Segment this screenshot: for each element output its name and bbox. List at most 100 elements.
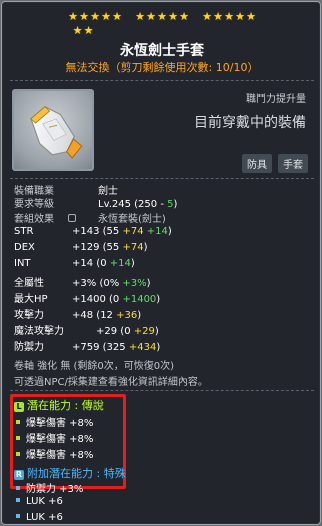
stat-base: (0% <box>99 278 120 289</box>
stat-flame-bonus: +14 <box>109 258 131 269</box>
tag-armor: 防具 <box>242 154 272 173</box>
potential-header: L 潛在能力 : 傳說 <box>14 397 104 413</box>
stat-base: (325 <box>102 342 126 353</box>
stat-row-attack: 攻擊力 +48 (12 +36) <box>14 306 141 321</box>
stat-star-bonus: +36 <box>116 310 138 321</box>
star-icon: ★ <box>213 10 223 23</box>
stat-close: ) <box>130 258 135 269</box>
star-icon: ★ <box>83 24 94 37</box>
additional-potential-line: LUK +6 <box>16 512 63 523</box>
star-icon: ★ <box>246 10 256 23</box>
stat-close: ) <box>146 278 151 289</box>
item-category-tags: 防具 手套 <box>242 154 308 173</box>
star-row-1: ★ ★ ★ ★ ★ ★ ★ ★ ★ ★ ★ ★ ★ ★ ★ <box>2 10 320 24</box>
stat-total: +14 <box>72 258 94 269</box>
stat-name: 防禦力 <box>14 342 44 353</box>
stat-name: 最大HP <box>14 294 48 305</box>
star-group: ★ ★ ★ ★ ★ <box>68 10 123 24</box>
stat-total: +1400 <box>72 294 106 305</box>
star-group: ★ ★ ★ ★ ★ <box>202 10 257 24</box>
currently-equipped-label: 目前穿戴中的裝備 <box>194 115 306 131</box>
potential-line: 爆擊傷害 +8% <box>16 414 93 429</box>
stat-total: +3% <box>72 278 97 289</box>
stat-row-str: STR +143 (55 +74 +14) <box>14 226 172 237</box>
additional-potential-line-text: 防禦力 +3% <box>26 484 84 495</box>
additional-potential-header: R 附加潛在能力 : 特殊 <box>14 465 126 481</box>
stat-total: +143 <box>72 226 100 237</box>
potential-line: 爆擊傷害 +8% <box>16 430 93 445</box>
potential-line-text: 爆擊傷害 +8% <box>26 434 94 445</box>
stat-star-bonus: +434 <box>128 342 157 353</box>
potential-line-text: 爆擊傷害 +8% <box>26 418 94 429</box>
stat-name: 全屬性 <box>14 278 44 289</box>
star-icon: ★ <box>79 10 89 23</box>
stat-close: ) <box>156 342 161 353</box>
stat-close: ) <box>143 242 148 253</box>
stat-row-defense: 防禦力 +759 (325 +434) <box>14 338 160 353</box>
stat-star-bonus: +74 <box>122 242 144 253</box>
stat-base: (12 <box>96 310 113 321</box>
item-icon-frame <box>12 89 94 171</box>
stat-name: 攻擊力 <box>14 310 44 321</box>
lock-icon <box>68 214 76 222</box>
star-icon: ★ <box>135 10 145 23</box>
stat-close: ) <box>154 326 159 337</box>
stat-flame-bonus: +3% <box>122 278 147 289</box>
star-icon: ★ <box>101 10 111 23</box>
additional-potential-header-text: 附加潛在能力 : 特殊 <box>27 467 126 480</box>
star-icon: ★ <box>202 10 212 23</box>
legendary-badge-icon: L <box>14 402 24 412</box>
glove-icon <box>30 106 83 159</box>
stat-row-int: INT +14 (0 +14) <box>14 258 135 269</box>
stat-row-max-hp: 最大HP +1400 (0 +1400) <box>14 290 160 305</box>
divider <box>10 390 314 391</box>
bullet-icon <box>16 498 20 502</box>
power-increase-label: 職鬥力提升量 <box>246 94 306 105</box>
stat-total: +759 <box>72 342 100 353</box>
bullet-icon <box>16 436 20 440</box>
star-icon: ★ <box>146 10 156 23</box>
potential-line: 爆擊傷害 +8% <box>16 446 93 461</box>
stat-total: +48 <box>72 310 94 321</box>
star-force-display: ★ ★ ★ ★ ★ ★ ★ ★ ★ ★ ★ ★ ★ ★ ★ ★ ★ <box>2 10 320 38</box>
stat-base: (0 <box>109 294 120 305</box>
potential-line-text: 爆擊傷害 +8% <box>26 450 94 461</box>
additional-potential-line: LUK +6 <box>16 496 63 507</box>
stat-star-bonus: +74 <box>122 226 144 237</box>
star-icon: ★ <box>224 10 234 23</box>
set-effect: 套組效果 永恆套裝(劍士) <box>14 210 166 225</box>
set-effect-value: 永恆套裝(劍士) <box>98 214 166 225</box>
stat-base: (0 <box>96 258 107 269</box>
bullet-icon <box>16 486 20 490</box>
additional-potential-line-text: LUK +6 <box>26 512 63 523</box>
item-tooltip: ★ ★ ★ ★ ★ ★ ★ ★ ★ ★ ★ ★ ★ ★ ★ ★ ★ 永恆劍士手套 無法交換（剪刀剩餘使用次… <box>1 1 321 525</box>
tag-gloves: 手套 <box>278 154 308 173</box>
star-icon: ★ <box>72 24 83 37</box>
stat-total: +129 <box>72 242 100 253</box>
stat-close: ) <box>156 294 161 305</box>
additional-potential-line-text: LUK +6 <box>26 496 63 507</box>
additional-potential-line: 防禦力 +3% <box>16 480 83 495</box>
scroll-upgrade-info: 卷軸 強化 無 (剩餘0次，可恢復0次) <box>14 361 175 372</box>
star-icon: ★ <box>68 10 78 23</box>
bullet-icon <box>16 514 20 518</box>
star-icon: ★ <box>112 10 122 23</box>
bullet-icon <box>16 420 20 424</box>
stat-row-magic-attack: 魔法攻擊力 +29 (0 +29) <box>14 322 159 337</box>
stat-row-dex: DEX +129 (55 +74) <box>14 242 148 253</box>
star-group: ★ ★ ★ ★ ★ <box>135 10 190 24</box>
stat-base: (55 <box>102 242 120 253</box>
stat-base: (0 <box>120 326 131 337</box>
stat-name: DEX <box>14 242 35 253</box>
enhancement-hint: 可透過NPC/採集建查看強化資訊詳細內容。 <box>14 377 208 388</box>
trade-info: 無法交換（剪刀剩餘使用次數: 10/10） <box>65 61 259 74</box>
stat-flame-bonus: +1400 <box>122 294 157 305</box>
bullet-icon <box>16 452 20 456</box>
stat-name: INT <box>14 258 31 269</box>
rare-badge-icon: R <box>14 470 24 480</box>
stat-name: 魔法攻擊力 <box>14 326 64 337</box>
divider <box>10 178 314 179</box>
item-name: 永恆劍士手套 <box>120 43 204 59</box>
star-icon: ★ <box>90 10 100 23</box>
